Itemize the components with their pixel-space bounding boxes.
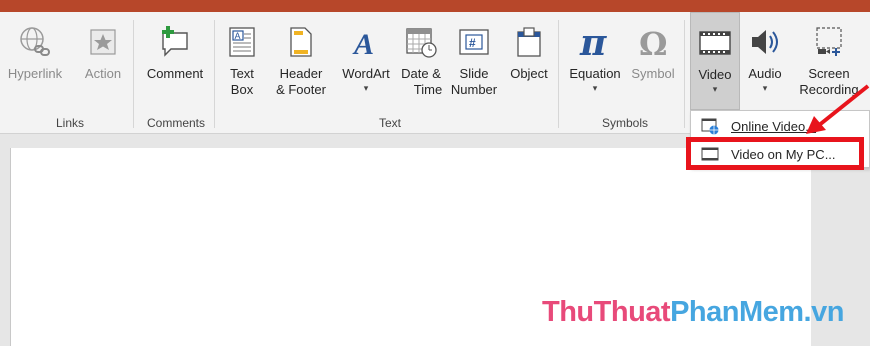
wordart-button[interactable]: A WordArt ▾ <box>336 16 396 116</box>
pi-icon: π <box>575 22 615 62</box>
header-footer-label-1: Header <box>279 66 323 81</box>
date-time-label-2: Time <box>413 82 443 97</box>
separator <box>133 20 134 128</box>
omega-icon: Ω <box>633 22 673 62</box>
header-footer-button[interactable]: Header & Footer <box>270 16 332 116</box>
date-time-label-1: Date & <box>401 66 441 81</box>
symbol-label: Symbol <box>631 66 675 81</box>
text-box-button[interactable]: A Text Box <box>222 16 262 116</box>
comment-icon <box>155 22 195 62</box>
svg-text:π: π <box>579 25 607 59</box>
equation-caret: ▾ <box>592 83 598 93</box>
text-group-label: Text <box>378 116 401 130</box>
separator <box>558 20 559 128</box>
slide-number-icon: # <box>454 22 494 62</box>
wordart-label: WordArt <box>342 66 390 81</box>
audio-label: Audio <box>748 66 782 81</box>
screen-recording-icon <box>809 22 849 62</box>
symbol-button[interactable]: Ω Symbol <box>626 16 680 116</box>
text-box-icon: A <box>222 22 262 62</box>
links-group-label: Links <box>55 116 84 130</box>
wordart-icon: A <box>346 22 386 62</box>
red-arrow-annotation <box>806 84 870 134</box>
svg-text:A: A <box>352 28 374 58</box>
text-box-label-1: Text <box>230 66 254 81</box>
star-action-icon <box>83 22 123 62</box>
header-footer-label-2: & Footer <box>276 82 326 97</box>
comment-label: Comment <box>146 66 204 81</box>
watermark-part-2: PhanMem.vn <box>670 296 844 328</box>
online-video-icon <box>699 117 721 135</box>
object-label: Object <box>510 66 548 81</box>
globe-link-icon <box>15 22 55 62</box>
hyperlink-button[interactable]: Hyperlink <box>6 16 64 116</box>
wordart-caret: ▾ <box>363 83 369 93</box>
symbols-group-label: Symbols <box>601 116 648 130</box>
hyperlink-label: Hyperlink <box>7 66 63 81</box>
highlight-box <box>686 137 864 170</box>
object-icon <box>509 22 549 62</box>
equation-button[interactable]: π Equation ▾ <box>564 16 626 116</box>
video-caret: ▾ <box>712 84 718 94</box>
header-footer-icon <box>281 22 321 62</box>
video-label: Video <box>698 67 732 82</box>
comments-group-label: Comments <box>146 116 205 130</box>
date-time-button[interactable]: Date & Time <box>396 16 446 116</box>
svg-text:A: A <box>235 31 241 41</box>
calendar-clock-icon <box>401 22 441 62</box>
separator <box>684 20 685 128</box>
slide-number-label-1: Slide <box>459 66 489 81</box>
action-button[interactable]: Action <box>78 16 128 116</box>
video-button[interactable]: Video ▾ <box>690 12 740 110</box>
audio-button[interactable]: Audio ▾ <box>742 16 788 116</box>
separator <box>214 20 215 128</box>
equation-label: Equation <box>569 66 621 81</box>
slide-number-label-2: Number <box>450 82 498 97</box>
audio-caret: ▾ <box>762 83 768 93</box>
screen-recording-label-1: Screen <box>808 66 850 81</box>
speaker-icon <box>745 22 785 62</box>
svg-text:#: # <box>469 36 476 50</box>
action-label: Action <box>84 66 122 81</box>
object-button[interactable]: Object <box>504 16 554 116</box>
watermark-part-1: ThuThuat <box>542 296 671 328</box>
svg-text:Ω: Ω <box>639 25 667 59</box>
film-strip-icon <box>695 23 735 63</box>
comment-button[interactable]: Comment <box>140 16 210 116</box>
watermark: ThuThuatPhanMem.vn <box>542 296 844 329</box>
title-bar <box>0 0 870 12</box>
slide-number-button[interactable]: # Slide Number <box>446 16 502 116</box>
text-box-label-2: Box <box>230 82 254 97</box>
